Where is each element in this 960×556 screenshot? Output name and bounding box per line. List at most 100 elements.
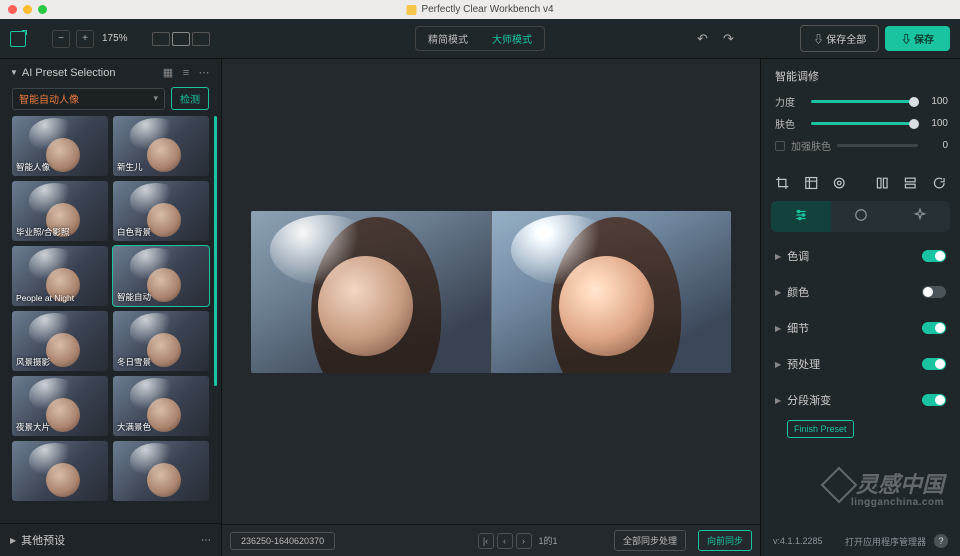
accordion-list: ▶色调▶颜色▶细节▶预处理▶分段渐变 <box>761 238 960 418</box>
mode-simple[interactable]: 精简模式 <box>416 27 480 50</box>
maximize-window-icon[interactable] <box>38 5 47 14</box>
chevron-right-icon: ▶ <box>775 396 781 405</box>
preset-label: 毕业照/合影照 <box>16 226 69 238</box>
other-presets-header[interactable]: ▶ 其他预设 ⋯ <box>0 523 221 556</box>
single-view-icon[interactable] <box>152 32 170 46</box>
flip-h-icon[interactable] <box>875 175 890 191</box>
help-icon[interactable]: ? <box>934 534 948 548</box>
list-view-icon[interactable]: ≡ <box>179 67 193 79</box>
pager: |‹ ‹ › 1的1 <box>478 533 558 549</box>
tool-icon-row <box>761 165 960 201</box>
preset-thumb[interactable]: 夜景大片 <box>12 376 108 436</box>
accordion-toggle[interactable] <box>922 394 946 406</box>
minimize-window-icon[interactable] <box>23 5 32 14</box>
canvas-panel: 236250-1640620370 |‹ ‹ › 1的1 全部同步处理 向前同步 <box>222 59 760 556</box>
accordion-label: 颜色 <box>787 284 922 300</box>
accordion-row[interactable]: ▶细节 <box>761 310 960 346</box>
skin-slider[interactable] <box>811 122 916 125</box>
close-window-icon[interactable] <box>8 5 17 14</box>
skin-slider-row: 肤色 100 <box>775 116 948 131</box>
zoom-out-button[interactable]: − <box>52 30 70 48</box>
preset-thumb[interactable]: 风景摄影 <box>12 311 108 371</box>
mode-master[interactable]: 大师模式 <box>480 27 544 50</box>
accordion-row[interactable]: ▶ 色调 <box>761 238 960 274</box>
enhance-skin-label: 加强肤色 <box>791 138 831 153</box>
zoom-level[interactable]: 175% <box>102 33 128 44</box>
sync-forward-button[interactable]: 向前同步 <box>698 530 752 551</box>
before-after-pair <box>251 211 731 373</box>
chevron-right-icon: ▶ <box>775 252 781 261</box>
preset-label: 白色背景 <box>117 226 151 238</box>
rotate-icon[interactable] <box>932 175 947 191</box>
other-presets-title: 其他预设 <box>21 532 201 548</box>
prev-page-button[interactable]: ‹ <box>497 533 513 549</box>
accordion-row[interactable]: ▶预处理 <box>761 346 960 382</box>
undo-button[interactable]: ↶ <box>692 29 712 49</box>
enhance-skin-row: 加强肤色 0 <box>775 138 948 153</box>
more-icon[interactable]: ⋯ <box>201 535 211 546</box>
straighten-icon[interactable] <box>804 175 819 191</box>
save-button[interactable]: ⇩ 保存 <box>885 26 950 51</box>
collapse-icon: ▼ <box>10 68 18 77</box>
more-icon[interactable]: ⋯ <box>197 66 211 79</box>
preset-thumb[interactable]: 新生儿 <box>113 116 209 176</box>
after-image <box>492 211 732 373</box>
left-panel: ▼ AI Preset Selection ▦ ≡ ⋯ 智能自动人像 检测 智能… <box>0 59 222 556</box>
right-panel: 智能调修 力度 100 肤色 100 加强肤色 0 <box>760 59 960 556</box>
finish-preset-chip[interactable]: Finish Preset <box>787 420 854 438</box>
tab-sliders[interactable] <box>771 201 831 232</box>
preset-thumb[interactable] <box>12 441 108 501</box>
accordion-row[interactable]: ▶颜色 <box>761 274 960 310</box>
enhance-skin-slider <box>837 144 918 147</box>
next-page-button[interactable]: › <box>516 533 532 549</box>
crop-icon[interactable] <box>775 175 790 191</box>
strength-value: 100 <box>924 96 948 107</box>
flip-v-icon[interactable] <box>903 175 918 191</box>
main-area: ▼ AI Preset Selection ▦ ≡ ⋯ 智能自动人像 检测 智能… <box>0 59 960 556</box>
first-page-button[interactable]: |‹ <box>478 533 494 549</box>
detect-button[interactable]: 检测 <box>171 87 209 110</box>
save-all-button[interactable]: ⇩ 保存全部 <box>800 25 879 52</box>
grid-view-icon[interactable]: ▦ <box>161 66 175 79</box>
app-logo[interactable] <box>10 31 26 47</box>
expand-icon: ▶ <box>10 536 16 545</box>
preset-thumb[interactable]: 冬日雪景 <box>113 311 209 371</box>
preset-thumb[interactable]: 智能人像 <box>12 116 108 176</box>
preset-thumb[interactable]: 大满景色 <box>113 376 209 436</box>
accordion-toggle[interactable] <box>922 286 946 298</box>
preset-thumb[interactable]: 毕业照/合影照 <box>12 181 108 241</box>
window-title-text: Perfectly Clear Workbench v4 <box>421 4 553 15</box>
strength-slider-row: 力度 100 <box>775 94 948 109</box>
zoom-in-button[interactable]: + <box>76 30 94 48</box>
preset-thumb[interactable]: 白色背景 <box>113 181 209 241</box>
preset-thumb[interactable]: 智能自动 <box>113 246 209 306</box>
open-manager-link[interactable]: 打开应用程序管理器 <box>845 535 926 548</box>
enhance-skin-checkbox[interactable] <box>775 141 785 151</box>
tab-effects[interactable] <box>890 201 950 232</box>
sync-all-button[interactable]: 全部同步处理 <box>614 530 686 551</box>
split-view-icon[interactable] <box>172 32 190 46</box>
toolbar: − + 175% 精简模式 大师模式 ↶ ↷ ⇩ 保存全部 ⇩ 保存 <box>0 19 960 59</box>
accordion-toggle[interactable] <box>922 358 946 370</box>
accordion-label: 色调 <box>787 248 922 264</box>
preset-scrollbar[interactable] <box>214 116 217 386</box>
redo-button[interactable]: ↷ <box>718 29 738 49</box>
preset-grid-wrap: 智能人像新生儿毕业照/合影照 白色背景 People at Night智能自动风景摄… <box>0 116 221 523</box>
filename-chip[interactable]: 236250-1640620370 <box>230 532 335 550</box>
page-info: 1的1 <box>539 534 558 547</box>
accordion-toggle[interactable] <box>922 250 946 262</box>
preset-thumb[interactable] <box>113 441 209 501</box>
strength-slider[interactable] <box>811 100 916 103</box>
right-title: 智能调修 <box>775 68 948 84</box>
view-mode-group <box>152 32 210 46</box>
preset-panel-header[interactable]: ▼ AI Preset Selection ▦ ≡ ⋯ <box>0 59 221 83</box>
preset-thumb[interactable]: People at Night <box>12 246 108 306</box>
accordion-row[interactable]: ▶分段渐变 <box>761 382 960 418</box>
preset-category-select[interactable]: 智能自动人像 <box>12 88 165 110</box>
canvas-area[interactable] <box>222 59 760 524</box>
accordion-toggle[interactable] <box>922 322 946 334</box>
eye-icon[interactable] <box>832 175 847 191</box>
tab-face[interactable] <box>831 201 891 232</box>
crop-view-icon[interactable] <box>192 32 210 46</box>
preset-label: 夜景大片 <box>16 421 50 433</box>
